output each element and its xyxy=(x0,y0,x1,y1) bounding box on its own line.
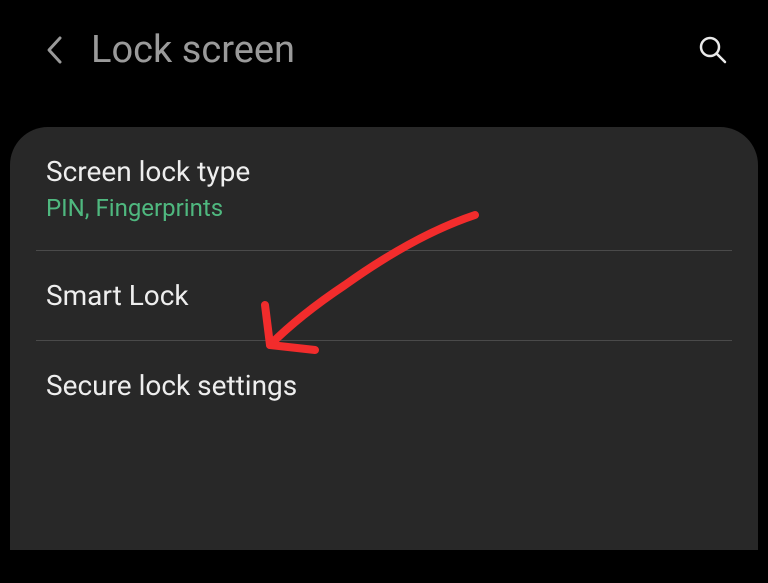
item-title: Smart Lock xyxy=(46,279,722,312)
item-subtitle: PIN, Fingerprints xyxy=(46,194,722,222)
back-button[interactable] xyxy=(45,35,63,65)
settings-panel: Screen lock type PIN, Fingerprints Smart… xyxy=(10,127,758,550)
page-title: Lock screen xyxy=(91,28,295,72)
header-left: Lock screen xyxy=(45,28,295,72)
chevron-left-icon xyxy=(45,35,63,65)
search-icon xyxy=(698,35,728,65)
screen-lock-type-item[interactable]: Screen lock type PIN, Fingerprints xyxy=(10,127,758,250)
smart-lock-item[interactable]: Smart Lock xyxy=(10,251,758,340)
search-button[interactable] xyxy=(698,35,728,65)
item-title: Screen lock type xyxy=(46,155,722,188)
secure-lock-settings-item[interactable]: Secure lock settings xyxy=(10,341,758,430)
header: Lock screen xyxy=(0,0,768,92)
item-title: Secure lock settings xyxy=(46,369,722,402)
